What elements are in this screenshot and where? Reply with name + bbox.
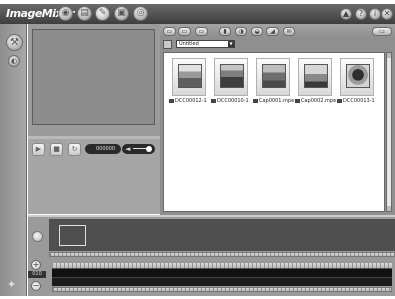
album-icon[interactable]: ▤: [77, 6, 92, 21]
preview-panel: [28, 24, 160, 136]
list-item[interactable]: DCC00010-1: [211, 58, 251, 106]
item-label-text: Cap0001.mpe: [259, 98, 295, 104]
burn-icon[interactable]: ◎: [133, 6, 148, 21]
video-icon: [295, 98, 300, 103]
list-item[interactable]: DCC00013-1: [337, 58, 377, 106]
thumbnail-frame: [256, 58, 290, 96]
effects-icon[interactable]: ✦: [7, 278, 23, 292]
scroll-up-icon[interactable]: [387, 53, 391, 58]
header-bar: ImageMixer ◉ ▤ ✎ ▣ ◎ ▲ ? i ✕: [0, 4, 395, 24]
output-icon[interactable]: ▣: [114, 6, 129, 21]
tool-icon-8[interactable]: ✉: [283, 27, 295, 36]
tool-icon-2[interactable]: ▭: [178, 27, 191, 36]
storyboard-strip: [49, 219, 395, 251]
time-counter: 000000: [85, 144, 121, 154]
thumbnail-image: [346, 64, 370, 88]
tools-icon[interactable]: ⚒: [6, 34, 23, 51]
thumbnail-image: [304, 64, 328, 88]
zoom-in-button[interactable]: +: [31, 260, 41, 270]
item-label: DCC00010-1: [211, 98, 249, 104]
zoom-value-text: 010: [32, 271, 42, 277]
volume-knob[interactable]: [146, 146, 152, 152]
photo-icon: [169, 98, 174, 103]
tool-icon-9[interactable]: ▭: [372, 27, 392, 36]
library-scrollbar[interactable]: [386, 52, 392, 212]
tool-icon-6[interactable]: ◒: [251, 27, 263, 36]
thumbnail-grid: DCC00012-1 DCC00010-1 Cap0001.mpe Cap000…: [163, 52, 385, 212]
tool-icon-7[interactable]: ◢: [266, 27, 279, 36]
photo-icon: [337, 98, 342, 103]
thumbnail-image: [178, 64, 202, 88]
tool-icon-4[interactable]: ▮: [219, 27, 231, 36]
video-icon: [253, 98, 258, 103]
folder-icon[interactable]: [163, 40, 172, 49]
thumbnail-frame: [340, 58, 374, 96]
timeline-scrollbar[interactable]: [52, 287, 392, 292]
zoom-out-button[interactable]: −: [31, 281, 41, 291]
tool-icon-5[interactable]: ◑: [235, 27, 247, 36]
zoom-value: 010: [28, 271, 46, 278]
info-icon[interactable]: i: [369, 8, 381, 20]
list-item[interactable]: Cap0001.mpe: [253, 58, 294, 106]
library-panel: Untitled ▼ DCC00012-1 DCC00010-1 Cap0001…: [160, 38, 395, 215]
thumbnail-frame: [214, 58, 248, 96]
item-label: DCC00013-1: [337, 98, 375, 104]
help-icon[interactable]: ?: [355, 8, 367, 20]
album-select[interactable]: Untitled ▼: [176, 40, 235, 48]
play-icon[interactable]: ▶: [32, 143, 45, 156]
library-toolbar: ▭ ▭ ▭ ▮ ◑ ◒ ◢ ✉ ▭: [160, 24, 395, 38]
item-label-text: Cap0002.mpe: [301, 98, 337, 104]
volume-bar[interactable]: ◄: [122, 144, 155, 154]
exit-icon[interactable]: ✕: [381, 8, 393, 20]
thumbnail-frame: [298, 58, 332, 96]
chevron-down-icon: ▼: [228, 41, 234, 47]
settings-icon[interactable]: ▲: [340, 8, 352, 20]
thumbnail-image: [220, 64, 244, 88]
item-label: DCC00012-1: [169, 98, 207, 104]
thumbnail-frame: [172, 58, 206, 96]
left-sidebar: ⚒ ◐ ✦: [0, 24, 27, 296]
item-label: Cap0002.mpe: [295, 98, 336, 104]
audio-track[interactable]: [52, 277, 392, 286]
player-controls: ▶ ■ ↻ 000000 ◄: [28, 136, 160, 214]
storyboard-slot[interactable]: [59, 225, 86, 246]
item-label-text: DCC00012-1: [175, 98, 207, 104]
item-label-text: DCC00013-1: [343, 98, 375, 104]
album-select-value: Untitled: [179, 41, 199, 47]
edit-icon[interactable]: ✎: [95, 6, 110, 21]
thumbnail-image: [262, 64, 286, 88]
storyboard-toggle-icon[interactable]: [32, 231, 43, 242]
loop-icon[interactable]: ↻: [68, 143, 81, 156]
speaker-icon: ◄: [125, 145, 131, 153]
item-label-text: DCC00010-1: [217, 98, 249, 104]
preview-screen: [32, 29, 155, 125]
list-item[interactable]: Cap0002.mpe: [295, 58, 336, 106]
web-icon[interactable]: ◐: [8, 55, 20, 67]
list-item[interactable]: DCC00012-1: [169, 58, 209, 106]
tool-icon-1[interactable]: ▭: [163, 27, 176, 36]
capture-icon[interactable]: ◉: [58, 6, 73, 21]
storyboard-scrollbar[interactable]: [49, 252, 395, 257]
tool-icon-3[interactable]: ▭: [195, 27, 208, 36]
time-text: 000000: [96, 146, 116, 152]
video-track[interactable]: [52, 268, 392, 277]
stop-icon[interactable]: ■: [50, 143, 63, 156]
item-label: Cap0001.mpe: [253, 98, 294, 104]
scroll-down-icon[interactable]: [387, 206, 391, 211]
photo-icon: [211, 98, 216, 103]
